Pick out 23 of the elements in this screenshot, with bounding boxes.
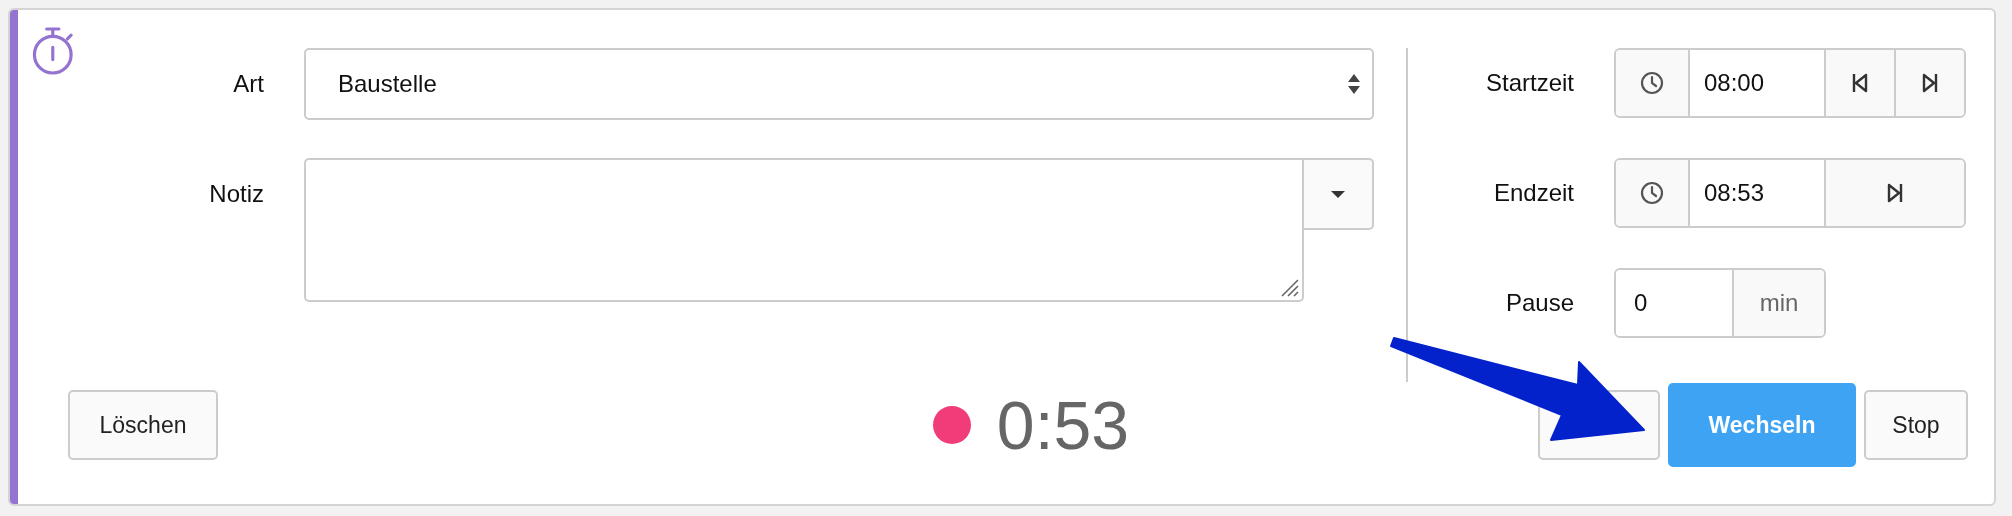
clock-icon (1640, 181, 1664, 205)
elapsed-time: 0:53 (996, 386, 1130, 464)
field-label: Startzeit (1484, 68, 1575, 98)
clock-icon (1640, 71, 1664, 95)
stopwatch-icon (32, 26, 76, 76)
caret-icon (1330, 189, 1346, 199)
field-label: Pause (1504, 288, 1575, 318)
select-field[interactable]: Baustelle (304, 48, 1374, 120)
clock-button[interactable] (1616, 50, 1688, 116)
field-label: Endzeit (1492, 178, 1575, 208)
field-label: Art (232, 69, 265, 99)
select-value: Baustelle (338, 70, 437, 98)
note-field[interactable] (304, 158, 1304, 302)
skip-forward-button[interactable] (1894, 50, 1964, 116)
skip-forward-icon (1921, 72, 1939, 94)
stop-button[interactable]: Stop (1864, 390, 1968, 460)
delete-button[interactable]: Löschen (68, 390, 218, 460)
sort-arrows-icon (1346, 72, 1362, 96)
field-label: Notiz (208, 179, 265, 209)
skip-forward-icon (1886, 182, 1904, 204)
skip-back-icon (1851, 72, 1869, 94)
skip-back-button[interactable] (1824, 50, 1894, 116)
clock-button[interactable] (1616, 160, 1688, 226)
